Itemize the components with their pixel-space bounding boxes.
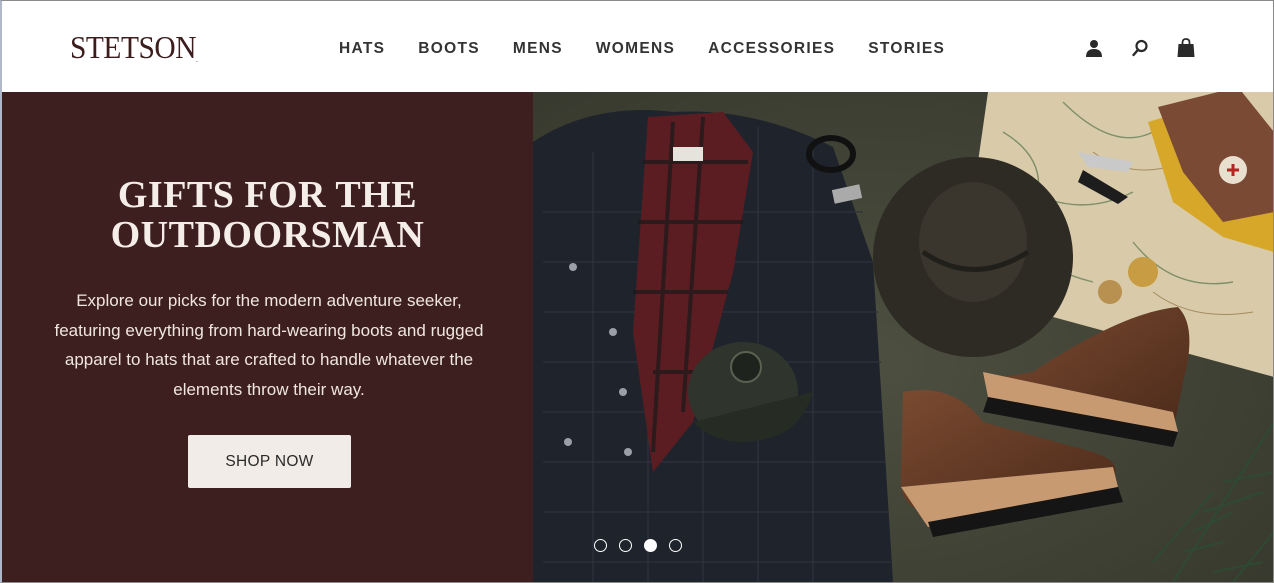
browser-frame: STETSON. HATS BOOTS MENS WOMENS ACCESSOR…: [0, 0, 1274, 583]
hero-headline-line1: GIFTS FOR THE: [117, 174, 418, 216]
header-icons: [1082, 37, 1198, 59]
hero-headline-line2: OUTDOORSMAN: [110, 214, 425, 256]
carousel-dot-4[interactable]: [669, 539, 682, 552]
carousel-dot-2[interactable]: [619, 539, 632, 552]
shopping-bag-icon[interactable]: [1174, 37, 1198, 59]
account-icon[interactable]: [1082, 37, 1106, 59]
carousel-pagination: [594, 539, 694, 552]
nav-item-mens[interactable]: MENS: [513, 40, 563, 58]
site-header: STETSON. HATS BOOTS MENS WOMENS ACCESSOR…: [2, 1, 1273, 92]
nav-item-boots[interactable]: BOOTS: [418, 40, 480, 58]
carousel-dot-3[interactable]: [644, 539, 657, 552]
hero-description: Explore our picks for the modern adventu…: [54, 291, 484, 399]
logo-text: STETSON: [70, 29, 196, 65]
hero-promo-panel: GIFTS FOR THE OUTDOORSMAN Explore our pi…: [2, 92, 533, 582]
hero-product-image: [533, 92, 1273, 582]
main-nav: HATS BOOTS MENS WOMENS ACCESSORIES STORI…: [339, 40, 978, 58]
nav-item-accessories[interactable]: ACCESSORIES: [708, 40, 835, 58]
shop-now-button[interactable]: SHOP NOW: [188, 435, 351, 488]
logo-mark: .: [195, 56, 198, 64]
hero-banner: GIFTS FOR THE OUTDOORSMAN Explore our pi…: [2, 92, 1273, 582]
hero-headline: GIFTS FOR THE OUTDOORSMAN: [2, 175, 533, 255]
nav-item-womens[interactable]: WOMENS: [596, 40, 675, 58]
nav-item-hats[interactable]: HATS: [339, 40, 385, 58]
nav-item-stories[interactable]: STORIES: [868, 40, 945, 58]
stetson-logo[interactable]: STETSON.: [70, 29, 198, 66]
search-icon[interactable]: [1128, 37, 1152, 59]
carousel-dot-1[interactable]: [594, 539, 607, 552]
